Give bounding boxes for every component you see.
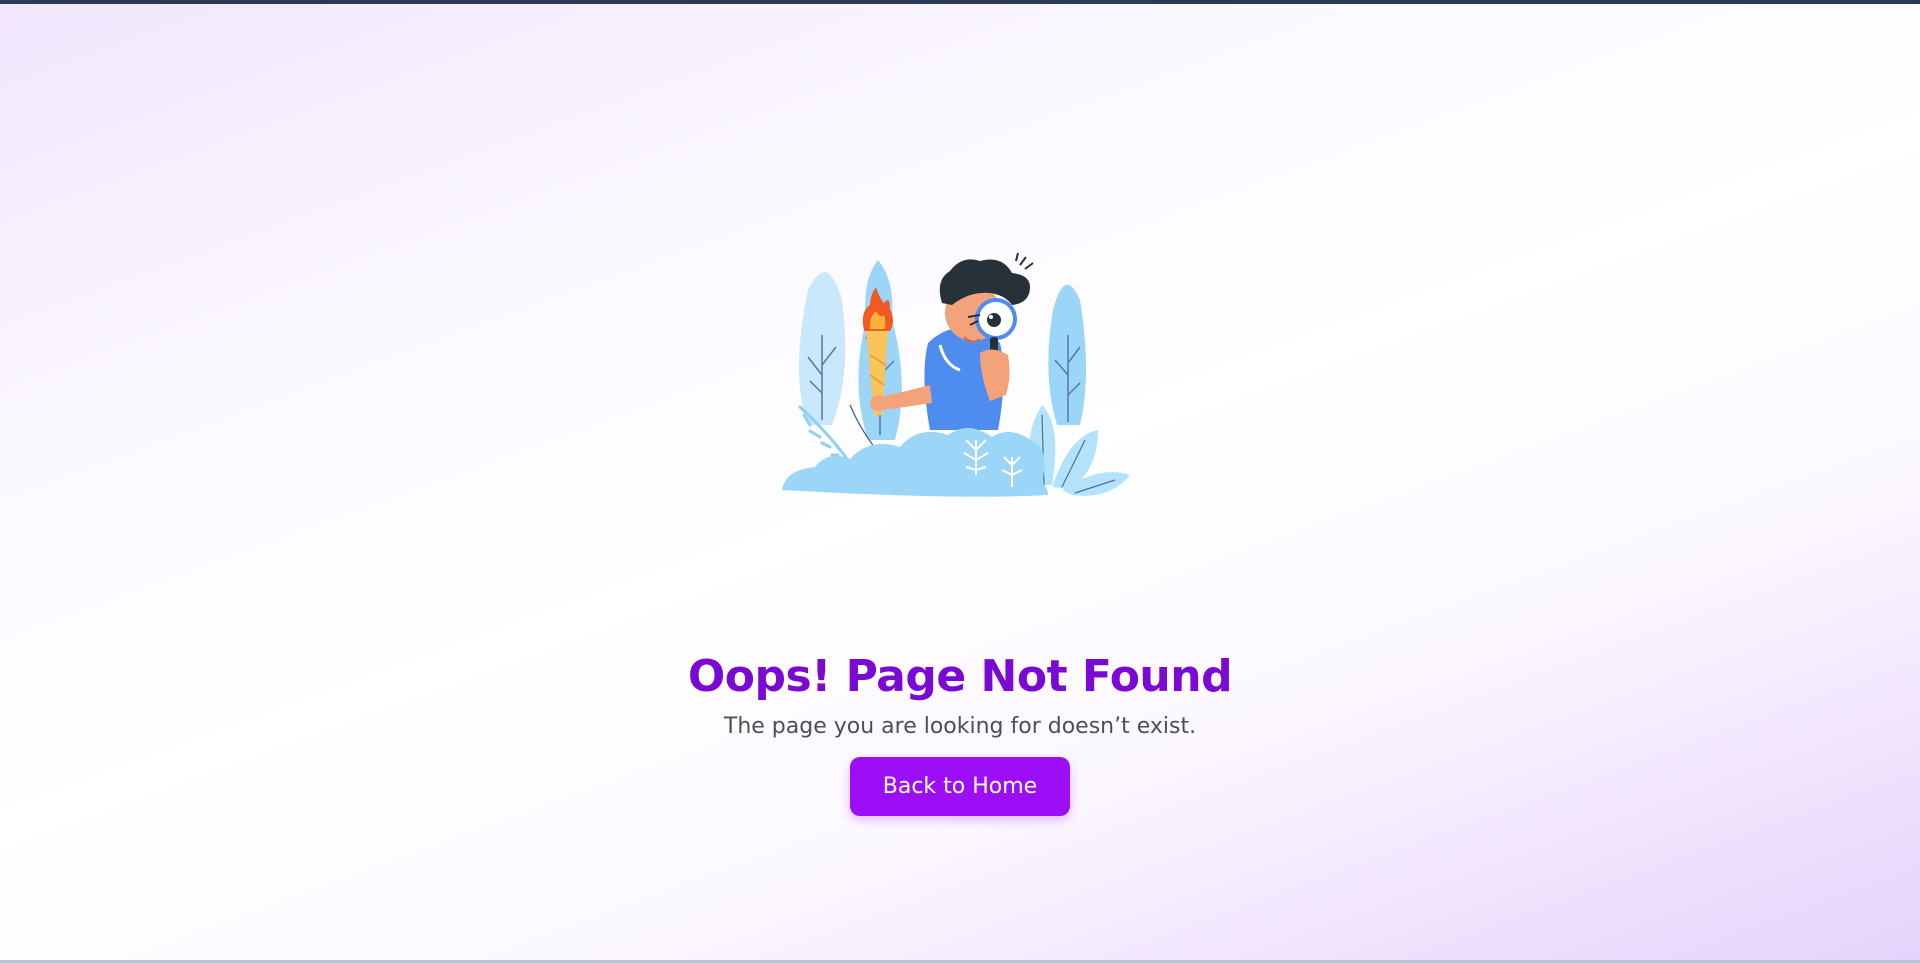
top-bar: [0, 0, 1920, 4]
back-to-home-button[interactable]: Back to Home: [850, 757, 1070, 816]
error-message: The page you are looking for doesn’t exi…: [723, 714, 1197, 739]
page-title: Oops! Page Not Found: [687, 651, 1233, 703]
tree-right: [1048, 284, 1086, 425]
not-found-illustration: [782, 252, 1130, 497]
